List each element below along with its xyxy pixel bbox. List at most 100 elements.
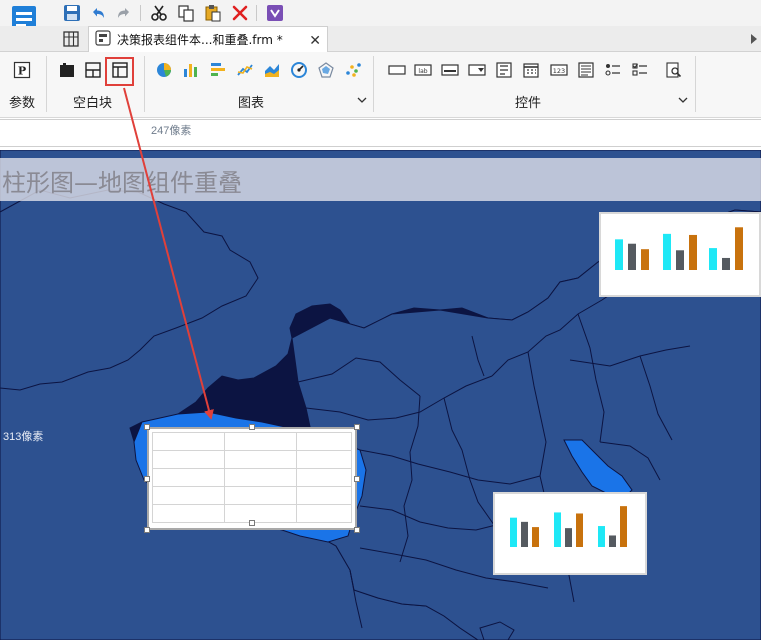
- delete-icon[interactable]: [230, 3, 250, 23]
- copy-icon[interactable]: [176, 3, 196, 23]
- number-widget-icon[interactable]: 123: [549, 60, 569, 80]
- tab-document[interactable]: 决策报表组件本...和重叠.frm * ✕: [88, 26, 328, 52]
- ribbon-separator: [144, 56, 145, 112]
- close-tab-icon[interactable]: ✕: [309, 32, 321, 49]
- resize-handle-bottom-left[interactable]: [144, 527, 150, 533]
- table-cell[interactable]: [152, 468, 225, 487]
- text-field-widget-icon[interactable]: [440, 60, 460, 80]
- quick-access-toolbar: [0, 0, 761, 26]
- horizontal-ruler: 247像素: [0, 119, 761, 147]
- date-widget-icon[interactable]: [521, 60, 541, 80]
- bar-mark: [676, 250, 684, 270]
- bar-mark: [532, 527, 539, 547]
- button-widget-icon[interactable]: [387, 60, 407, 80]
- toolbar-separator: [256, 5, 257, 21]
- resize-handle-bottom[interactable]: [249, 520, 255, 526]
- horizontal-bar-chart-icon[interactable]: [208, 60, 228, 80]
- table-row: [152, 486, 352, 505]
- ribbon-separator: [373, 56, 374, 112]
- list-widget-icon[interactable]: [576, 60, 596, 80]
- checkbox-group-widget-icon[interactable]: [630, 60, 650, 80]
- bar-mark: [609, 535, 616, 547]
- bar-mark: [722, 257, 730, 270]
- table-cell[interactable]: [224, 432, 297, 451]
- bar-mark: [709, 248, 717, 270]
- undo-icon[interactable]: [88, 3, 108, 23]
- template-icon[interactable]: [265, 3, 285, 23]
- table-cell[interactable]: [224, 450, 297, 469]
- table-cell[interactable]: [296, 468, 352, 487]
- toolbar-separator: [140, 5, 141, 21]
- resize-handle-top-left[interactable]: [144, 424, 150, 430]
- bar-mark: [576, 513, 583, 547]
- table-cell[interactable]: [152, 504, 225, 523]
- bar-mark: [565, 528, 572, 547]
- bar-mark: [598, 526, 605, 547]
- chevron-right-icon[interactable]: [751, 34, 757, 44]
- table-row: [152, 432, 352, 451]
- bar-mark: [521, 521, 528, 547]
- gauge-chart-icon[interactable]: [289, 60, 309, 80]
- resize-handle-top-right[interactable]: [354, 424, 360, 430]
- table-cell[interactable]: [296, 504, 352, 523]
- table-cell[interactable]: [224, 504, 297, 523]
- line-chart-icon[interactable]: [235, 60, 255, 80]
- form-file-icon: [95, 30, 111, 49]
- bar-chart-widget-bottom[interactable]: [493, 492, 647, 575]
- table-cell[interactable]: [152, 486, 225, 505]
- resize-handle-right[interactable]: [354, 476, 360, 482]
- bar-chart-icon[interactable]: [181, 60, 201, 80]
- resize-handle-bottom-right[interactable]: [354, 527, 360, 533]
- height-pixel-label: 313像素: [3, 431, 44, 443]
- bar-chart-bottom-plot: [510, 506, 627, 547]
- save-icon[interactable]: [62, 3, 82, 23]
- table-cell[interactable]: [296, 486, 352, 505]
- scatter-chart-icon[interactable]: [343, 60, 363, 80]
- table-cell[interactable]: [152, 450, 225, 469]
- bar-chart-top-plot: [615, 227, 743, 270]
- parameter-panel-icon[interactable]: P: [12, 60, 32, 80]
- bar-chart-widget-top[interactable]: [599, 212, 761, 297]
- cut-icon[interactable]: [149, 3, 169, 23]
- table-cell[interactable]: [224, 486, 297, 505]
- grid-layout-icon[interactable]: [62, 30, 80, 48]
- table-layout-widget[interactable]: [147, 427, 357, 530]
- bar-mark: [735, 227, 743, 270]
- table-row: [152, 468, 352, 487]
- redo-icon[interactable]: [114, 3, 134, 23]
- table-cell[interactable]: [296, 432, 352, 451]
- area-chart-icon[interactable]: [262, 60, 282, 80]
- bar-mark: [615, 239, 623, 270]
- resize-handle-left[interactable]: [144, 476, 150, 482]
- bar-mark: [510, 517, 517, 547]
- radio-group-widget-icon[interactable]: [603, 60, 623, 80]
- search-widget-icon[interactable]: [664, 60, 684, 80]
- table-cell[interactable]: [224, 468, 297, 487]
- radar-chart-icon[interactable]: [316, 60, 336, 80]
- group-label-chart: 图表: [238, 95, 265, 110]
- table-cell[interactable]: [152, 432, 225, 451]
- absolute-layout-icon[interactable]: [57, 60, 77, 80]
- table-cell[interactable]: [296, 450, 352, 469]
- number-widget-text: 123: [553, 67, 565, 75]
- parameter-icon-letter: P: [18, 65, 26, 78]
- bar-mark: [641, 249, 649, 270]
- chevron-down-icon[interactable]: [678, 94, 688, 104]
- bar-mark: [689, 234, 697, 270]
- chevron-down-icon[interactable]: [357, 94, 367, 104]
- paste-icon[interactable]: [203, 3, 223, 23]
- group-label-param: 参数: [9, 95, 36, 110]
- tab-bar: 决策报表组件本...和重叠.frm * ✕: [0, 26, 761, 52]
- label-widget-icon[interactable]: lab: [413, 60, 433, 80]
- pie-chart-icon[interactable]: [154, 60, 174, 80]
- bar-mark: [663, 233, 671, 270]
- tree-widget-icon[interactable]: [494, 60, 514, 80]
- resize-handle-top[interactable]: [249, 424, 255, 430]
- split-layout-icon[interactable]: [83, 60, 103, 80]
- label-widget-text: lab: [418, 68, 427, 75]
- design-canvas[interactable]: 柱形图—地图组件重叠 313像素: [0, 150, 761, 640]
- table-row: [152, 450, 352, 469]
- dropdown-widget-icon[interactable]: [467, 60, 487, 80]
- title-banner[interactable]: 柱形图—地图组件重叠: [0, 158, 761, 201]
- highlight-box: [105, 57, 134, 86]
